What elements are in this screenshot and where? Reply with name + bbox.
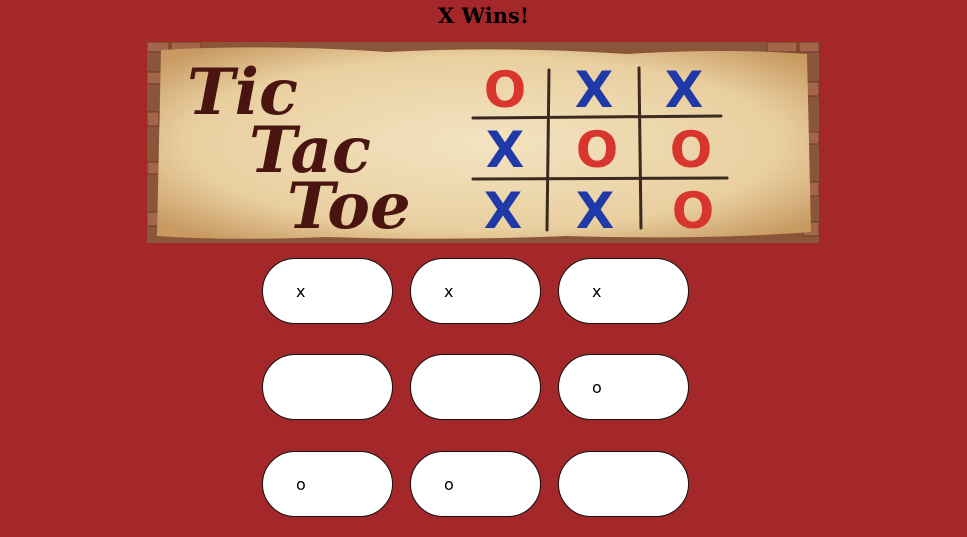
- banner-grid-mark: O: [484, 61, 527, 119]
- banner-grid-mark: X: [665, 61, 704, 119]
- banner-grid-mark: O: [672, 182, 715, 240]
- cell-mark: x: [592, 282, 602, 301]
- cell-mark: x: [444, 282, 454, 301]
- banner-grid-mark: X: [576, 182, 615, 240]
- banner-title-toe: Toe: [287, 169, 411, 243]
- cell-mark: o: [592, 378, 602, 397]
- tic-tac-toe-banner-image: Tic Tac Toe O X X X O O X X O: [147, 42, 819, 243]
- board-cell-4[interactable]: [262, 354, 393, 420]
- board-cell-1[interactable]: x: [262, 258, 393, 324]
- board-cell-6[interactable]: o: [558, 354, 689, 420]
- cell-mark: x: [296, 282, 306, 301]
- banner-grid-mark: X: [484, 182, 523, 240]
- cell-mark: o: [296, 475, 306, 494]
- cell-mark: o: [444, 475, 454, 494]
- banner-grid-mark: O: [670, 121, 713, 179]
- game-status: X Wins!: [437, 3, 530, 28]
- board-cell-2[interactable]: x: [410, 258, 541, 324]
- banner-grid-mark: O: [576, 121, 619, 179]
- banner-grid-mark: X: [575, 61, 614, 119]
- board-cell-5[interactable]: [410, 354, 541, 420]
- board-cell-9[interactable]: [558, 451, 689, 517]
- board-cell-8[interactable]: o: [410, 451, 541, 517]
- board-cell-7[interactable]: o: [262, 451, 393, 517]
- banner-grid-mark: X: [486, 121, 525, 179]
- board-cell-3[interactable]: x: [558, 258, 689, 324]
